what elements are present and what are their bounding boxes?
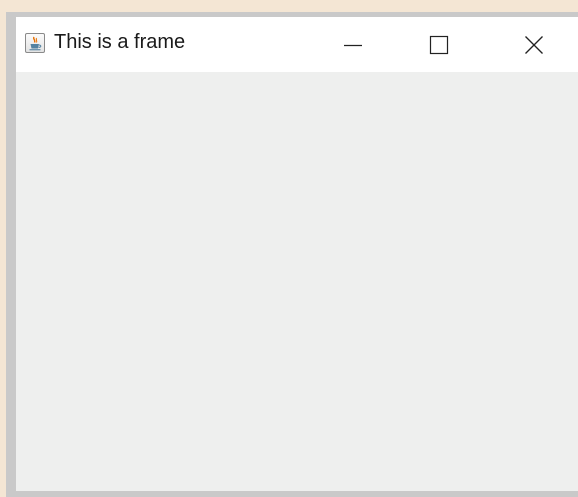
close-icon (525, 35, 543, 54)
maximize-icon (429, 35, 449, 54)
frame-content-pane (16, 72, 578, 491)
maximize-button[interactable] (409, 17, 469, 72)
title-bar[interactable]: This is a frame (16, 17, 578, 72)
window-title: This is a frame (54, 31, 186, 53)
minimize-button[interactable] (323, 17, 383, 72)
minimize-icon (344, 44, 362, 46)
java-coffee-cup-icon[interactable] (25, 33, 45, 53)
close-button[interactable] (504, 17, 564, 72)
java-frame-window: This is a frame (6, 12, 578, 497)
